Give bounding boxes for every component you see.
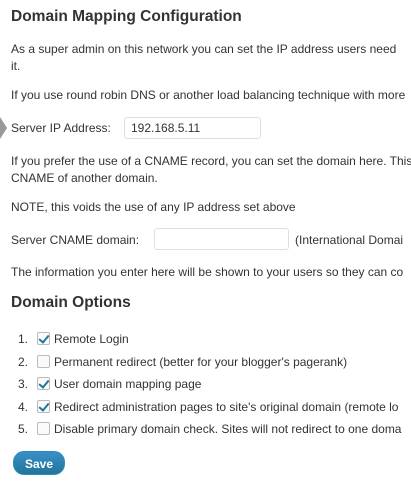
intro-text-line1: As a super admin on this network you can… [11, 42, 397, 56]
save-button[interactable]: Save [13, 451, 65, 475]
option-number: 4. [18, 399, 29, 414]
server-cname-suffix: (International Domai [295, 233, 404, 247]
intro-text-line2: it. [11, 59, 21, 73]
option-number: 2. [18, 354, 29, 369]
cname-text-line2: CNAME of another domain. [11, 171, 158, 185]
option-number: 5. [18, 422, 29, 436]
round-robin-text: If you use round robin DNS or another lo… [11, 88, 406, 102]
option-label: Permanent redirect (better for your blog… [54, 354, 348, 369]
option-checkbox[interactable] [37, 332, 50, 345]
option-checkbox[interactable] [37, 422, 50, 435]
server-ip-label: Server IP Address: [11, 121, 111, 135]
option-label: User domain mapping page [54, 377, 202, 391]
current-field-pointer-icon [0, 117, 7, 139]
cname-text-line1: If you prefer the use of a CNAME record,… [11, 154, 411, 168]
server-cname-label: Server CNAME domain: [11, 233, 140, 247]
options-heading: Domain Options [11, 294, 131, 311]
option-label: Remote Login [54, 332, 129, 346]
option-checkbox[interactable] [37, 377, 50, 390]
note-text: NOTE, this voids the use of any IP addre… [11, 200, 296, 214]
option-checkbox[interactable] [37, 399, 50, 413]
option-label: Redirect administration pages to site's … [54, 399, 399, 414]
option-checkbox[interactable] [37, 354, 50, 368]
info-text: The information you enter here will be s… [11, 265, 404, 279]
option-number: 3. [18, 377, 29, 391]
domain-mapping-page: Domain Mapping Configuration As a super … [0, 0, 411, 489]
server-ip-input[interactable] [124, 117, 261, 139]
option-number: 1. [18, 332, 29, 346]
option-label: Disable primary domain check. Sites will… [54, 422, 402, 436]
config-heading: Domain Mapping Configuration [11, 8, 242, 25]
server-cname-input[interactable] [154, 228, 289, 250]
